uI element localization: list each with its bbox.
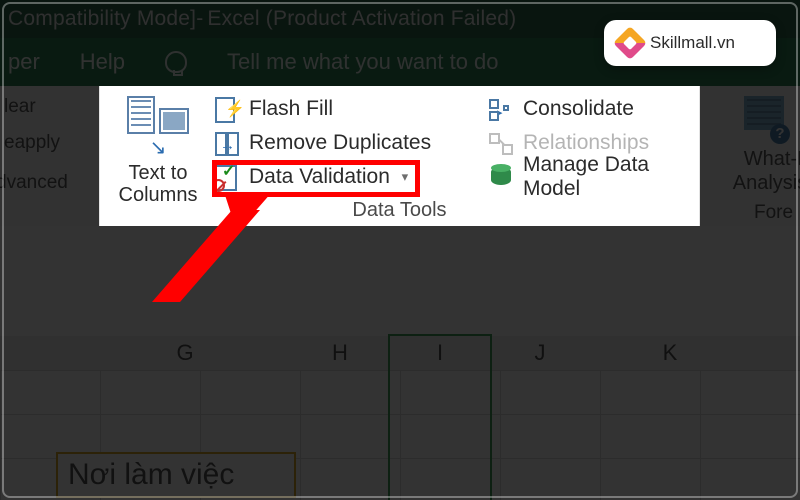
flash-fill-icon [215,97,241,121]
consolidate-label: Consolidate [523,97,634,121]
text-to-columns-icon [105,96,211,134]
manage-data-model-icon [489,165,515,189]
data-validation-button[interactable]: ✓ Data Validation ▾ [215,160,489,194]
manage-data-model-button[interactable]: Manage Data Model [489,160,695,194]
remove-duplicates-label: Remove Duplicates [249,131,431,155]
dropdown-caret-icon[interactable]: ▾ [400,169,410,185]
relationships-icon [489,131,515,155]
data-validation-label: Data Validation [249,165,390,189]
data-tools-group: ↘ Text to Columns Flash Fill ▸ Consolida… [99,86,700,226]
skillmall-logo-icon [613,26,647,60]
dim-overlay [0,226,800,500]
flash-fill-label: Flash Fill [249,97,333,121]
watermark-badge: Skillmall.vn [604,20,776,66]
relationships-label: Relationships [523,131,649,155]
consolidate-button[interactable]: ▸ Consolidate [489,92,695,126]
data-tools-group-label: Data Tools [99,199,700,222]
watermark-text: Skillmall.vn [650,33,735,53]
dim-overlay [700,86,800,226]
remove-duplicates-button[interactable]: → Remove Duplicates [215,126,489,160]
arrow-icon: ↘ [105,135,211,160]
text-to-columns-label-1: Text to [129,162,188,184]
data-validation-icon: ✓ [215,165,241,189]
consolidate-icon: ▸ [489,97,515,121]
text-to-columns-button[interactable]: ↘ Text to Columns [105,92,211,202]
dim-overlay [0,86,99,226]
flash-fill-button[interactable]: Flash Fill [215,92,489,126]
manage-data-model-label: Manage Data Model [523,153,695,201]
remove-duplicates-icon: → [215,131,241,155]
